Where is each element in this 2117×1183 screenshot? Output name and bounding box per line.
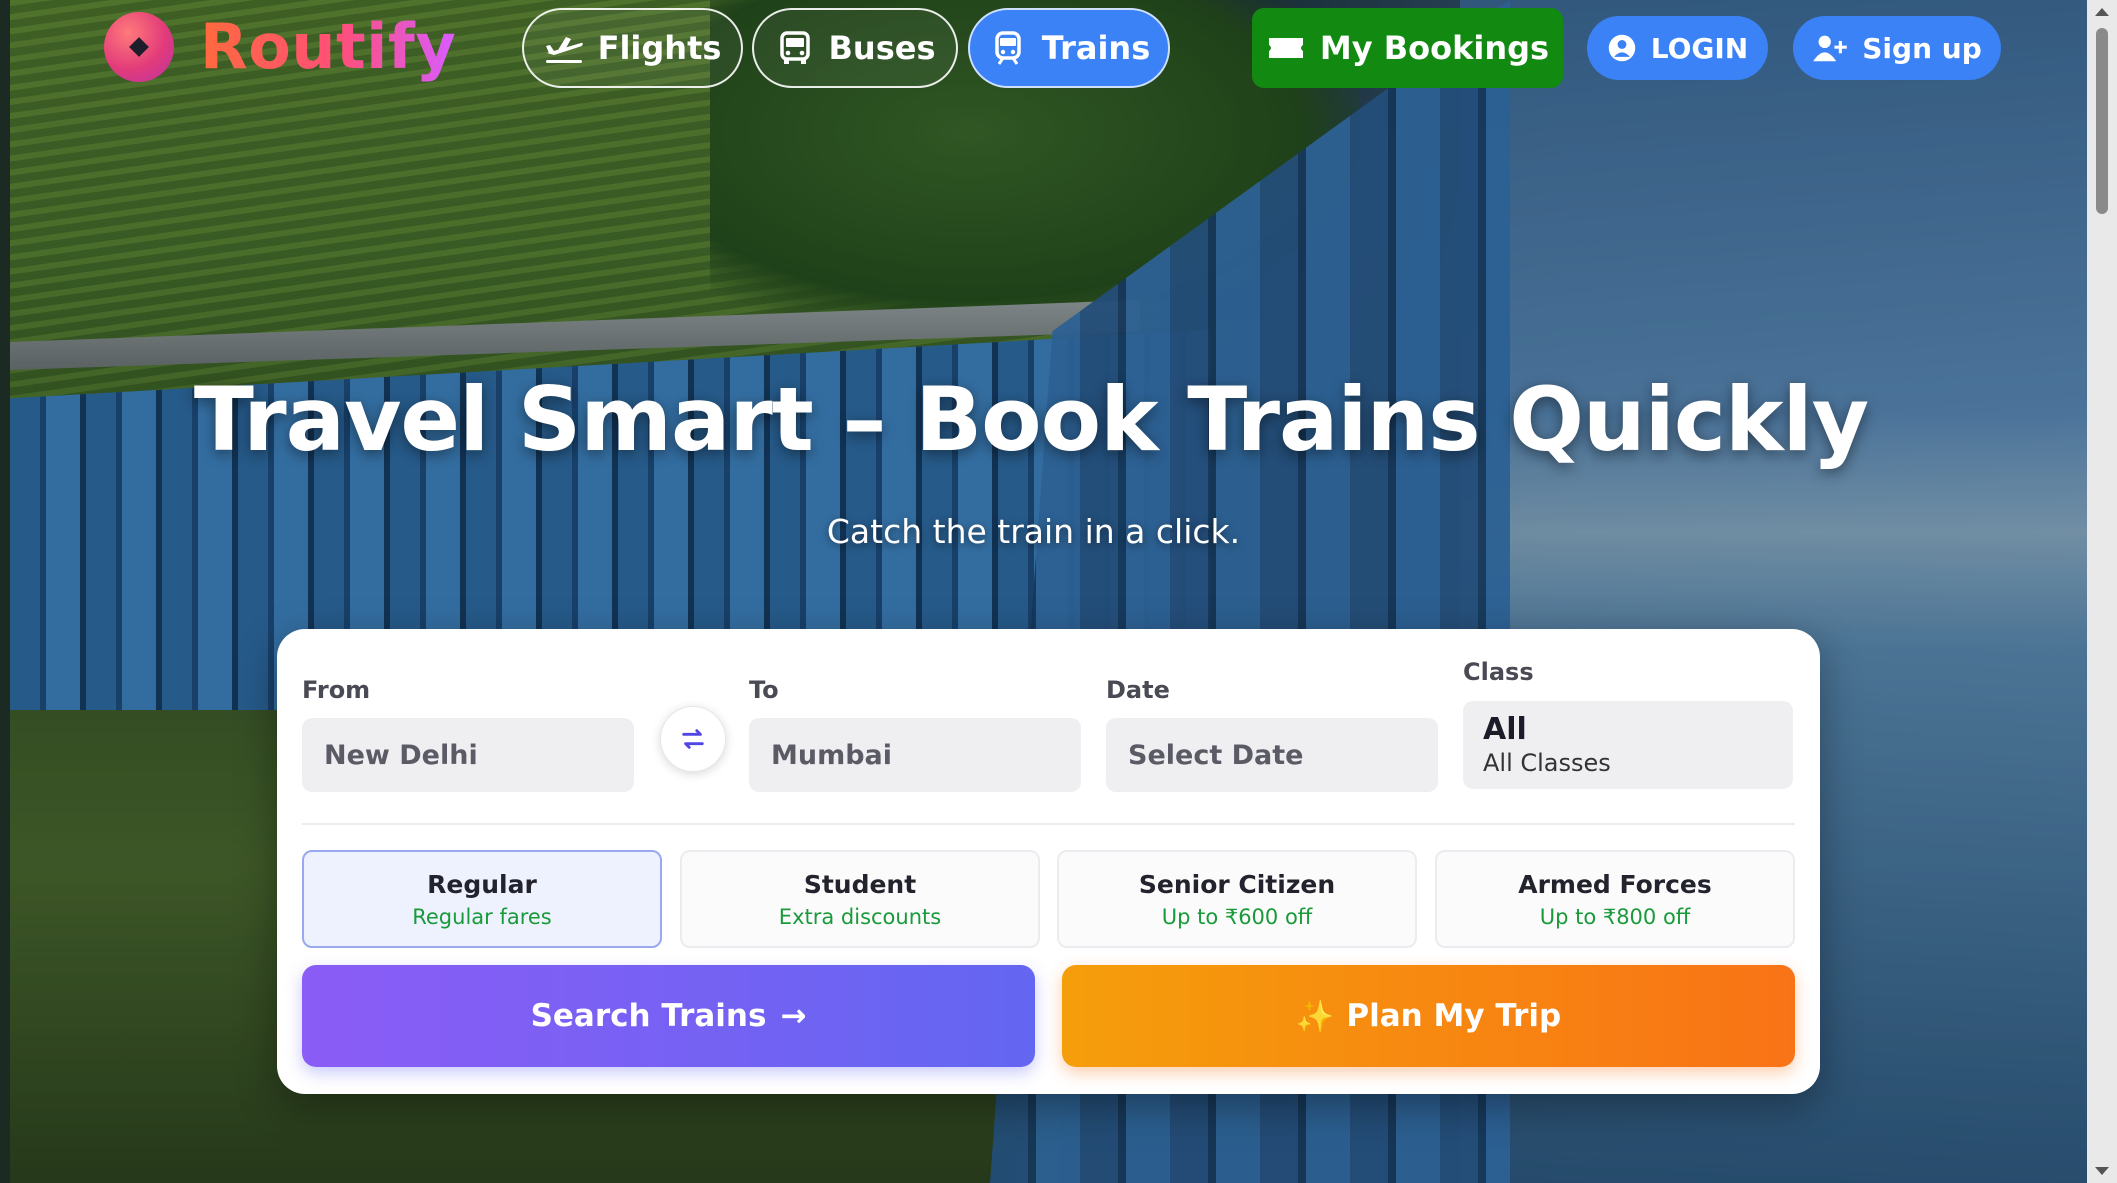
date-label: Date: [1106, 676, 1170, 704]
nav-bookings-label: My Bookings: [1319, 29, 1550, 67]
search-trains-button[interactable]: Search Trains →: [302, 965, 1035, 1067]
user-plus-icon: [1813, 35, 1848, 62]
plan-my-trip-button[interactable]: ✨ Plan My Trip: [1062, 965, 1795, 1067]
plane-icon: [545, 37, 583, 63]
nav-trains[interactable]: Trains: [968, 8, 1170, 88]
class-value: All: [1483, 712, 1527, 747]
nav-buses[interactable]: Buses: [752, 8, 958, 88]
sparkle-icon: ✨: [1295, 998, 1335, 1035]
to-input[interactable]: Mumbai: [749, 718, 1081, 792]
fare-title: Senior Citizen: [1138, 869, 1336, 899]
to-label: To: [749, 676, 779, 704]
from-input[interactable]: New Delhi: [302, 718, 634, 792]
fare-subtitle: Up to ₹600 off: [1161, 904, 1313, 929]
scroll-up-arrow-icon[interactable]: [2095, 8, 2109, 16]
bus-icon: [779, 31, 810, 64]
nav-flights-label: Flights: [597, 29, 722, 67]
ticket-icon: [1268, 38, 1303, 58]
hero-title: Travel Smart – Book Trains Quickly: [193, 368, 1869, 471]
fare-title: Student: [803, 869, 917, 899]
swap-arrows-icon: [682, 729, 704, 749]
fare-option-senior-citizen[interactable]: Senior Citizen Up to ₹600 off: [1057, 850, 1417, 948]
page-scrollbar[interactable]: [2087, 0, 2117, 1183]
plan-my-trip-label: Plan My Trip: [1346, 998, 1562, 1034]
fare-subtitle: Up to ₹800 off: [1539, 904, 1691, 929]
signup-label: Sign up: [1862, 31, 1982, 65]
class-description: All Classes: [1483, 749, 1611, 777]
hero-subtitle: Catch the train in a click.: [826, 512, 1241, 551]
fare-option-regular[interactable]: Regular Regular fares: [302, 850, 662, 948]
signup-button[interactable]: Sign up: [1793, 16, 2001, 80]
fare-title: Regular: [427, 869, 537, 899]
scroll-thumb[interactable]: [2096, 28, 2108, 214]
nav-my-bookings[interactable]: My Bookings: [1252, 8, 1563, 88]
nav-buses-label: Buses: [828, 29, 936, 67]
arrow-right-icon: →: [780, 998, 807, 1034]
date-input[interactable]: Select Date: [1106, 718, 1438, 792]
user-circle-icon: [1608, 34, 1635, 62]
from-label: From: [302, 676, 371, 704]
fare-subtitle: Extra discounts: [778, 904, 942, 929]
search-trains-label: Search Trains: [530, 998, 767, 1034]
login-label: LOGIN: [1650, 31, 1749, 65]
train-search-card: From New Delhi To Mumbai Date Select Dat…: [277, 629, 1820, 1094]
logo-mark-icon: [104, 11, 174, 82]
card-divider: [302, 823, 1795, 825]
train-icon: [995, 31, 1021, 65]
class-select[interactable]: All All Classes: [1463, 701, 1793, 789]
swap-stations-button[interactable]: [660, 706, 726, 772]
scroll-down-arrow-icon[interactable]: [2095, 1167, 2109, 1175]
fare-subtitle: Regular fares: [412, 904, 552, 929]
fare-title: Armed Forces: [1518, 869, 1712, 899]
nav-trains-label: Trains: [1041, 29, 1151, 67]
fare-option-armed-forces[interactable]: Armed Forces Up to ₹800 off: [1435, 850, 1795, 948]
fare-option-student[interactable]: Student Extra discounts: [680, 850, 1040, 948]
login-button[interactable]: LOGIN: [1587, 16, 1768, 80]
class-label: Class: [1463, 658, 1534, 686]
brand-logo[interactable]: Routify: [104, 10, 456, 83]
brand-name: Routify: [200, 10, 457, 83]
nav-flights[interactable]: Flights: [522, 8, 743, 88]
